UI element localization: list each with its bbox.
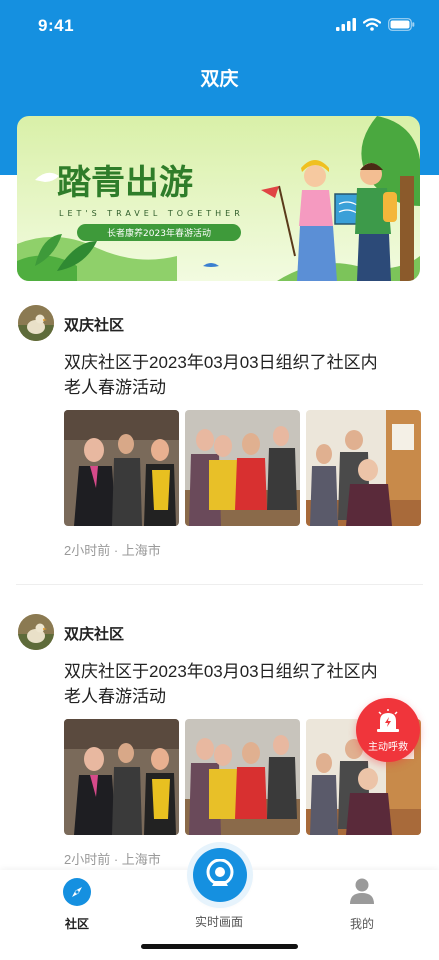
post-author[interactable]: 双庆社区	[64, 314, 124, 335]
status-time: 9:41	[38, 16, 75, 35]
sos-label: 主动呼救	[368, 742, 408, 753]
compass-icon	[63, 878, 91, 906]
status-icons	[336, 18, 415, 31]
post-photo[interactable]	[64, 410, 179, 526]
post-photo[interactable]	[306, 410, 421, 526]
post-divider	[16, 584, 423, 585]
wifi-icon	[363, 18, 381, 31]
banner-tag: 长者康养2023年春游活动	[107, 227, 211, 239]
post-meta: 2小时前 · 上海市	[64, 543, 161, 558]
signal-icon	[336, 18, 356, 31]
tab-mine-label: 我的	[349, 917, 374, 931]
tab-community[interactable]: 社区	[32, 878, 122, 938]
post-photo[interactable]	[64, 719, 179, 835]
activity-banner[interactable]: 踏青出游 LET'S TRAVEL TOGETHER 长者康养2023年春游活动	[17, 116, 420, 281]
post-content: 双庆社区于2023年03月03日组织了社区内老人春游活动	[64, 662, 378, 706]
live-view-button[interactable]	[193, 848, 247, 902]
tab-mine[interactable]: 我的	[317, 878, 407, 938]
sos-button[interactable]: 主动呼救	[356, 698, 420, 762]
avatar[interactable]	[18, 305, 54, 341]
tab-community-label: 社区	[64, 917, 89, 931]
post-photos	[64, 410, 421, 526]
user-icon	[350, 878, 374, 904]
page-title: 双庆	[200, 69, 239, 90]
banner-headline: 踏青出游	[57, 163, 193, 203]
post-author[interactable]: 双庆社区	[64, 623, 124, 644]
status-bar: 9:41	[0, 0, 439, 52]
post-photo[interactable]	[185, 410, 300, 526]
battery-icon	[388, 18, 415, 31]
avatar[interactable]	[18, 614, 54, 650]
post-content: 双庆社区于2023年03月03日组织了社区内老人春游活动	[64, 353, 378, 397]
camera-icon	[206, 859, 234, 886]
post-meta: 2小时前 · 上海市	[64, 852, 161, 867]
banner-subline: LET'S TRAVEL TOGETHER	[59, 209, 244, 218]
alarm-icon	[377, 709, 399, 732]
tab-live-label: 实时画面	[194, 915, 243, 929]
home-indicator	[141, 944, 298, 949]
post-photo[interactable]	[185, 719, 300, 835]
tab-live[interactable]: 实时画面	[174, 908, 264, 932]
